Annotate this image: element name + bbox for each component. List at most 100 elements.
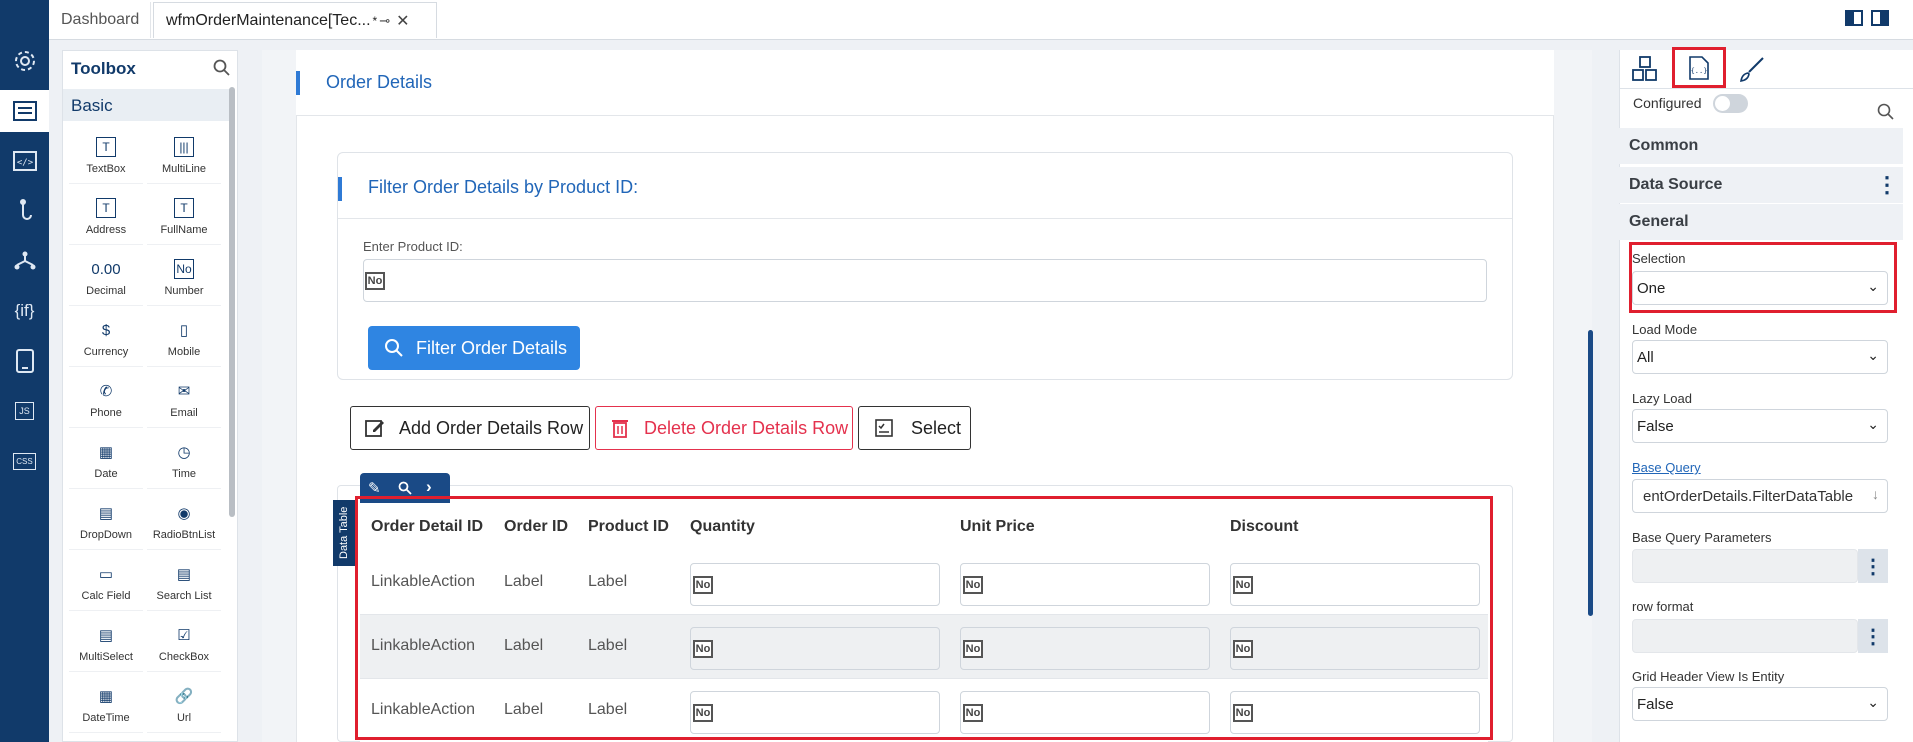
selection-dropdown[interactable]: One ⌄: [1632, 271, 1888, 305]
tab-bar: Dashboard wfmOrderMaintenance[Tec... * ⊸…: [49, 0, 1913, 40]
if-icon[interactable]: {if}: [0, 290, 49, 332]
toolbox-item-label: Url: [176, 712, 192, 724]
toolbox-item-radiobtnlist[interactable]: ◉ RadioBtnList: [147, 493, 221, 550]
page-title: Order Details: [326, 72, 433, 92]
toolbox-item-fullname[interactable]: T FullName: [147, 188, 221, 245]
toolbox-item-textbox[interactable]: T TextBox: [69, 127, 143, 184]
search-icon: [385, 339, 403, 357]
toolbox-item-currency[interactable]: $ Currency: [69, 310, 143, 367]
toolbox-item-decimal[interactable]: 0.00 Decimal: [69, 249, 143, 306]
toolbox-item-datetime[interactable]: ▦ DateTime: [69, 676, 143, 733]
brush-icon[interactable]: [1734, 53, 1770, 85]
toolbox-item-phone[interactable]: ✆ Phone: [69, 371, 143, 428]
toolbox-item-search-list[interactable]: ▤ Search List: [147, 554, 221, 611]
layout-left-icon[interactable]: [1845, 10, 1863, 26]
toolbox-item-label: CheckBox: [158, 651, 210, 663]
configured-toggle[interactable]: [1713, 94, 1748, 113]
toolbox-item-time[interactable]: ◷ Time: [147, 432, 221, 489]
product-id-input[interactable]: No: [363, 259, 1487, 302]
js-icon[interactable]: JS: [0, 390, 49, 432]
dropdown-icon: ▤: [98, 505, 114, 522]
svg-text:{..}: {..}: [1691, 67, 1708, 75]
toolbox-item-label: MultiSelect: [79, 651, 133, 663]
base-query-parameters-label: Base Query Parameters: [1632, 530, 1772, 545]
toolbox-item-address[interactable]: T Address: [69, 188, 143, 245]
edit-icon: [365, 420, 384, 437]
components-icon[interactable]: [1632, 56, 1658, 87]
toolbox-item-label: Email: [170, 407, 198, 419]
close-icon[interactable]: ✕: [396, 11, 409, 31]
phone-icon: ✆: [99, 383, 113, 400]
grid-header-view-label: Grid Header View Is Entity: [1632, 669, 1785, 684]
toolbox-item-label: Time: [171, 468, 197, 480]
more-vert-icon[interactable]: ⋮: [1876, 172, 1898, 198]
toolbox-item-label: TextBox: [86, 163, 126, 175]
add-order-details-row-button[interactable]: Add Order Details Row: [350, 406, 590, 450]
toolbox-item-label: Number: [164, 285, 204, 297]
toolbox-item-label: Currency: [83, 346, 129, 358]
base-query-parameters-input[interactable]: [1632, 549, 1858, 583]
product-id-label: Enter Product ID:: [363, 239, 463, 254]
toolbox-item-url[interactable]: 🔗 Url: [147, 676, 221, 733]
toolbox-item-label: FullName: [160, 224, 208, 236]
layout-right-icon[interactable]: [1871, 10, 1889, 26]
trash-icon: [612, 420, 628, 438]
toolbox-item-label: Mobile: [167, 346, 201, 358]
selected-grid-outline: [355, 496, 1493, 740]
more-vert-icon[interactable]: ⋮: [1858, 619, 1888, 653]
section-general[interactable]: General: [1619, 204, 1903, 240]
row-format-input[interactable]: [1632, 619, 1858, 653]
toolbox-item-label: Decimal: [86, 285, 126, 297]
section-data-source[interactable]: Data Source: [1619, 167, 1903, 203]
grid-header-view-dropdown[interactable]: False ⌄: [1632, 687, 1888, 721]
chevron-right-icon[interactable]: ›: [426, 477, 432, 497]
toolbox-scrollbar[interactable]: [229, 87, 235, 517]
toolbox-item-mobile[interactable]: ▯ Mobile: [147, 310, 221, 367]
hook-icon[interactable]: [0, 190, 49, 232]
lazy-load-label: Lazy Load: [1632, 391, 1692, 406]
toolbox-item-label: RadioBtnList: [152, 529, 216, 541]
number-icon: No: [174, 257, 194, 281]
pencil-icon[interactable]: ✎: [368, 479, 381, 497]
toolbox-section-basic[interactable]: Basic: [63, 89, 231, 121]
toolbox-title: Toolbox: [71, 59, 136, 78]
properties-tab-icon[interactable]: {..}: [1672, 47, 1726, 88]
more-vert-icon[interactable]: ⋮: [1858, 549, 1888, 583]
flow-icon[interactable]: [0, 240, 49, 282]
textbox-icon: T: [96, 135, 116, 159]
section-common[interactable]: Common: [1619, 128, 1903, 164]
toolbox-item-date[interactable]: ▦ Date: [69, 432, 143, 489]
toolbox-item-number[interactable]: No Number: [147, 249, 221, 306]
pin-icon[interactable]: ⊸: [379, 13, 390, 29]
toolbox-item-multiline[interactable]: ||| MultiLine: [147, 127, 221, 184]
search-icon[interactable]: [1877, 103, 1895, 121]
search-icon[interactable]: [398, 481, 412, 495]
base-query-link[interactable]: Base Query: [1632, 460, 1701, 475]
select-button[interactable]: Select: [858, 406, 971, 450]
tablet-icon[interactable]: [0, 340, 49, 382]
load-mode-label: Load Mode: [1632, 322, 1698, 337]
lazy-load-dropdown[interactable]: False ⌄: [1632, 409, 1888, 443]
css-icon[interactable]: CSS: [0, 440, 49, 482]
search-icon[interactable]: [213, 59, 231, 82]
tab-wfm-order-maintenance[interactable]: wfmOrderMaintenance[Tec... * ⊸ ✕: [153, 2, 437, 38]
decimal-icon: 0.00: [91, 260, 121, 278]
filter-order-details-button[interactable]: Filter Order Details: [368, 326, 580, 370]
base-query-input[interactable]: entOrderDetails.FilterDataTable ↓: [1632, 479, 1888, 513]
form-icon[interactable]: [0, 90, 49, 132]
code-icon[interactable]: </>: [0, 140, 49, 182]
delete-order-details-row-button[interactable]: Delete Order Details Row: [595, 406, 853, 450]
tab-dashboard[interactable]: Dashboard: [49, 2, 151, 38]
canvas-scrollbar[interactable]: [1588, 330, 1593, 616]
toolbox-item-label: Date: [94, 468, 118, 480]
toolbox-item-dropdown[interactable]: ▤ DropDown: [69, 493, 143, 550]
filter-title: Filter Order Details by Product ID:: [368, 177, 639, 197]
address-icon: T: [96, 196, 116, 220]
gear-icon[interactable]: [0, 40, 49, 82]
toolbox-item-multiselect[interactable]: ▤ MultiSelect: [69, 615, 143, 672]
toolbox-item-calc-field[interactable]: ▭ Calc Field: [69, 554, 143, 611]
load-mode-dropdown[interactable]: All ⌄: [1632, 340, 1888, 374]
currency-icon: $: [101, 321, 111, 339]
toolbox-item-checkbox[interactable]: ☑ CheckBox: [147, 615, 221, 672]
toolbox-item-email[interactable]: ✉ Email: [147, 371, 221, 428]
